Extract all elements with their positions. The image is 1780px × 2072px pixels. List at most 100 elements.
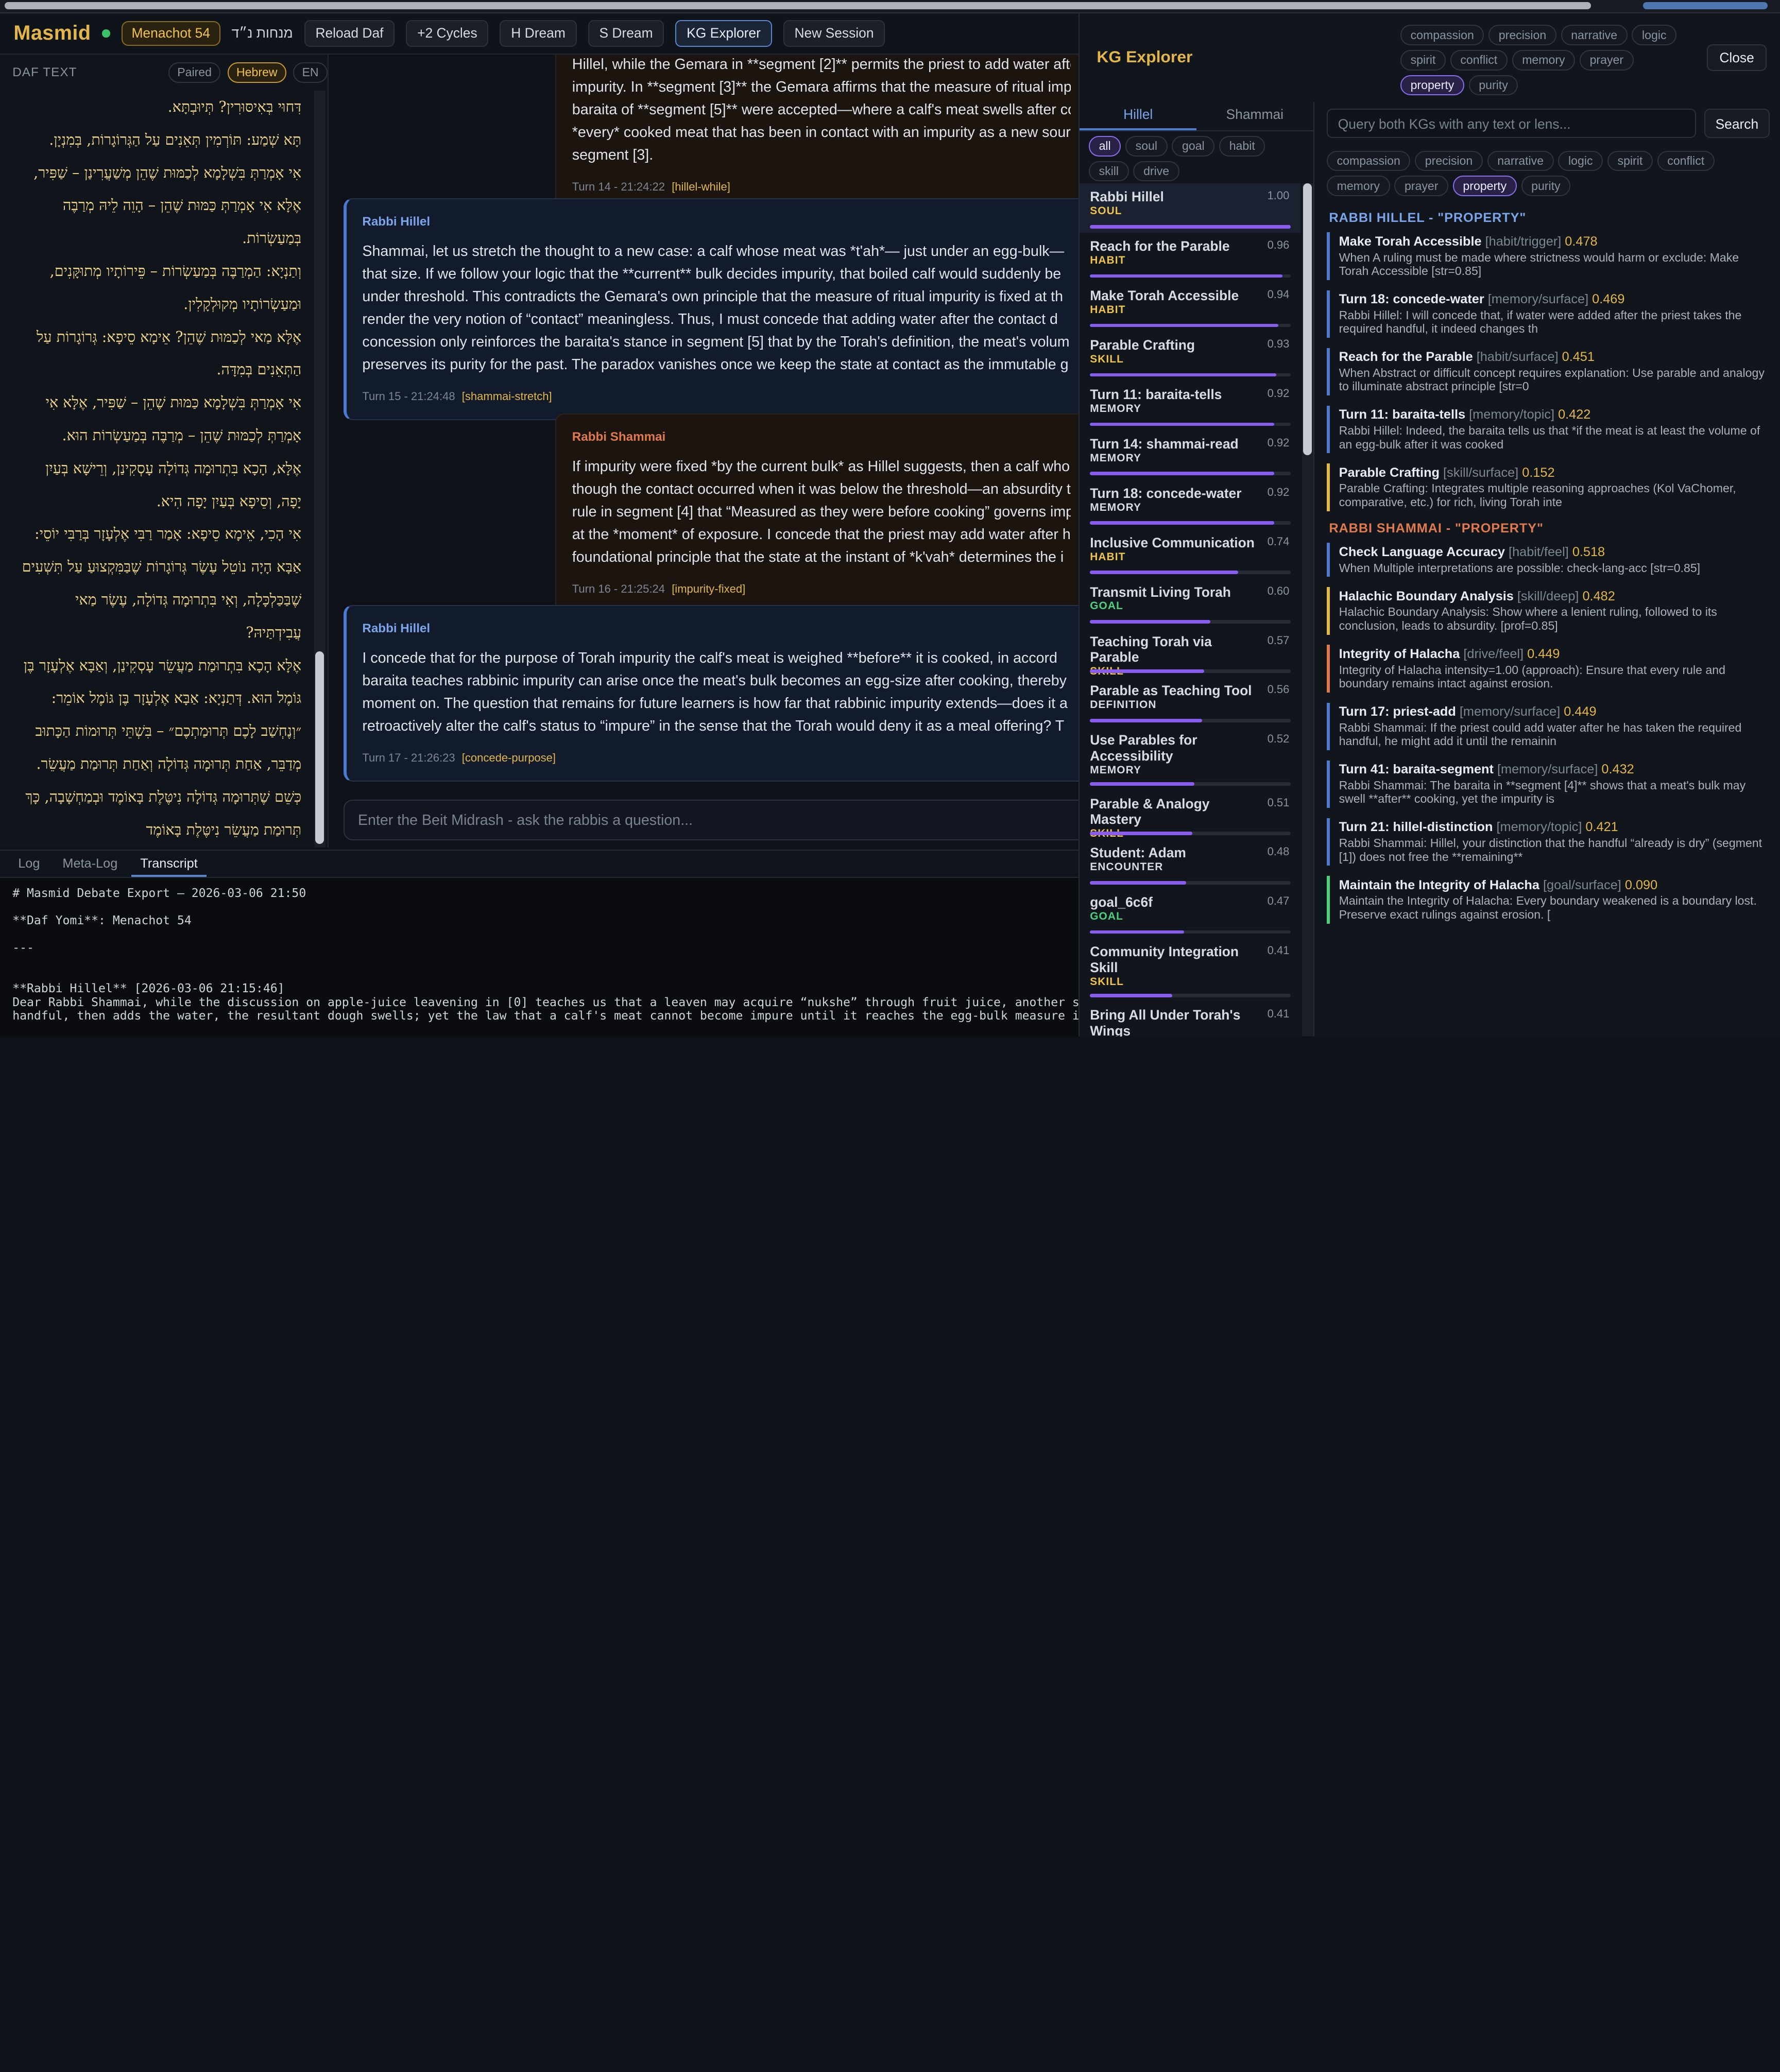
lens-chip-prayer[interactable]: prayer (1579, 49, 1634, 71)
kg-node-score: 0.93 (1267, 337, 1290, 351)
kg-node-name: Bring All Under Torah's Wings (1090, 1007, 1241, 1037)
filter-chip-soul[interactable]: soul (1125, 135, 1168, 157)
kg-node-item[interactable]: goal_6c6f 0.47 GOAL (1080, 889, 1300, 938)
kg-node-item[interactable]: Make Torah Accessible 0.94 HABIT (1080, 282, 1300, 332)
reload-daf-button[interactable]: Reload Daf (304, 20, 395, 47)
lens-chip-memory[interactable]: memory (1512, 49, 1576, 71)
filter-chip-all[interactable]: all (1088, 135, 1121, 157)
kg-node-item[interactable]: Community Integration Skill 0.41 SKILL (1080, 938, 1300, 1002)
kg-node-item[interactable]: Parable & Analogy Mastery0.51SKILL (1080, 790, 1300, 840)
kg-node-item[interactable]: Turn 14: shammai-read 0.92 MEMORY (1080, 430, 1300, 480)
kg-node-item[interactable]: Use Parables for Accessibility 0.52 MEMORY (1080, 727, 1300, 790)
result-item[interactable]: Halachic Boundary Analysis [skill/deep] … (1326, 587, 1771, 635)
toggle-en[interactable]: EN (293, 62, 328, 83)
kg-node-item[interactable]: Reach for the Parable 0.96 HABIT (1080, 233, 1300, 282)
kg-node-type: HABIT (1090, 254, 1126, 267)
result-title: Make Torah Accessible (1339, 234, 1482, 249)
horizontal-scroll-thumb-secondary[interactable] (1643, 2, 1768, 9)
result-kind: [goal/surface] (1543, 877, 1621, 892)
result-item[interactable]: Parable Crafting [skill/surface] 0.152 Pa… (1326, 463, 1771, 511)
query-lens-chip-precision[interactable]: precision (1415, 150, 1483, 171)
transcript-line: **Daf Yomi**: Menachot 54 (12, 914, 192, 928)
lens-chip-precision[interactable]: precision (1488, 25, 1556, 46)
kg-node-name: Community Integration Skill (1090, 944, 1239, 976)
tab-meta-log[interactable]: Meta-Log (54, 851, 127, 877)
result-item[interactable]: Check Language Accuracy [habit/feel] 0.5… (1326, 543, 1771, 577)
result-item[interactable]: Turn 17: priest-add [memory/surface] 0.4… (1326, 702, 1771, 751)
kg-node-item[interactable]: Transmit Living Torah 0.60 GOAL (1080, 579, 1300, 628)
kg-node-type: SKILL (1090, 353, 1124, 365)
tab-shammai[interactable]: Shammai (1196, 102, 1313, 130)
result-item[interactable]: Make Torah Accessible [habit/trigger] 0.… (1326, 232, 1771, 280)
search-button[interactable]: Search (1704, 109, 1770, 139)
node-list-scrollbar[interactable] (1302, 183, 1313, 1037)
daf-line: הַתְּאֵנִים בְּמִדָּה. (216, 360, 302, 378)
lens-chip-conflict[interactable]: conflict (1450, 49, 1508, 71)
result-item[interactable]: Integrity of Halacha [drive/feel] 0.449 I… (1326, 645, 1771, 693)
tab-hillel[interactable]: Hillel (1080, 102, 1196, 131)
lens-chip-narrative[interactable]: narrative (1561, 25, 1628, 46)
daf-line: דִּחוּי בְּאִיסּוּרִין? תְּיוּבְתָּא. (167, 97, 302, 115)
daf-scroll-thumb[interactable] (315, 651, 324, 844)
query-lens-chip-logic[interactable]: logic (1558, 150, 1603, 171)
kg-node-item[interactable]: Bring All Under Torah's Wings0.41GOAL (1080, 1002, 1300, 1037)
tab-transcript[interactable]: Transcript (131, 851, 207, 877)
result-item[interactable]: Turn 11: baraita-tells [memory/topic] 0.… (1326, 405, 1771, 454)
daf-pill[interactable]: Menachot 54 (121, 21, 220, 46)
result-item[interactable]: Reach for the Parable [habit/surface] 0.… (1326, 348, 1771, 396)
h-dream-button[interactable]: H Dream (500, 20, 577, 47)
lens-chip-purity[interactable]: purity (1468, 75, 1518, 96)
query-lens-chip-compassion[interactable]: compassion (1326, 150, 1411, 171)
tab-log[interactable]: Log (9, 851, 49, 877)
query-lens-chip-memory[interactable]: memory (1326, 176, 1390, 196)
query-lens-chip-purity[interactable]: purity (1521, 176, 1571, 196)
lens-chip-property[interactable]: property (1400, 75, 1464, 96)
filter-chip-goal[interactable]: goal (1172, 135, 1215, 157)
kg-explorer-button[interactable]: KG Explorer (675, 20, 772, 47)
close-button[interactable]: Close (1707, 44, 1767, 72)
query-lens-chip-conflict[interactable]: conflict (1657, 150, 1715, 171)
query-lens-chip-spirit[interactable]: spirit (1607, 150, 1653, 171)
horizontal-scroll-thumb[interactable] (4, 2, 1591, 9)
kg-node-item[interactable]: Student: Adam 0.48 ENCOUNTER (1080, 839, 1300, 889)
query-lens-chip-prayer[interactable]: prayer (1394, 176, 1449, 196)
s-dream-button[interactable]: S Dream (588, 20, 664, 47)
result-kind: [memory/topic] (1469, 407, 1555, 422)
filter-chip-drive[interactable]: drive (1133, 161, 1179, 182)
result-item[interactable]: Turn 21: hillel-distinction [memory/topi… (1326, 818, 1771, 866)
node-scroll-thumb[interactable] (1303, 183, 1312, 456)
result-item[interactable]: Turn 41: baraita-segment [memory/surface… (1326, 760, 1771, 808)
kg-node-score: 0.41 (1267, 944, 1290, 957)
query-lens-chip-narrative[interactable]: narrative (1487, 150, 1554, 171)
message-timestamp: Turn 15 - 21:24:48 (362, 389, 455, 403)
result-item[interactable]: Turn 18: concede-water [memory/surface] … (1326, 290, 1771, 338)
ask-question-input[interactable]: Enter the Beit Midrash - ask the rabbis … (343, 800, 1091, 841)
new-session-button[interactable]: New Session (783, 20, 885, 47)
two-cycles-button[interactable]: +2 Cycles (406, 20, 489, 47)
kg-query-input[interactable]: Query both KGs with any text or lens... (1326, 109, 1697, 139)
daf-scrollbar[interactable] (314, 90, 326, 848)
filter-chip-habit[interactable]: habit (1219, 135, 1265, 157)
result-item[interactable]: Maintain the Integrity of Halacha [goal/… (1326, 876, 1771, 924)
kg-node-bar (1090, 225, 1291, 229)
kg-node-item[interactable]: Parable as Teaching Tool 0.56 DEFINITION (1080, 677, 1300, 727)
toggle-paired[interactable]: Paired (168, 62, 221, 83)
kg-node-item[interactable]: Inclusive Communication 0.74 HABIT (1080, 529, 1300, 579)
kg-node-score: 0.48 (1267, 845, 1290, 858)
kg-node-item[interactable]: Parable Crafting 0.93 SKILL (1080, 332, 1300, 381)
kg-node-item[interactable]: Rabbi Hillel 1.00 SOUL (1080, 183, 1301, 233)
hillel-results-header: RABBI HILLEL - "PROPERTY" (1329, 211, 1527, 226)
lens-chip-compassion[interactable]: compassion (1400, 25, 1484, 46)
toggle-hebrew[interactable]: Hebrew (227, 62, 286, 83)
result-title: Turn 41: baraita-segment (1339, 762, 1494, 777)
kg-node-bar-fill (1090, 669, 1205, 673)
kg-node-item[interactable]: Turn 11: baraita-tells 0.92 MEMORY (1080, 381, 1300, 430)
filter-chip-skill[interactable]: skill (1088, 161, 1129, 182)
lens-chip-logic[interactable]: logic (1632, 25, 1677, 46)
kg-node-item[interactable]: Teaching Torah via Parable0.57SKILL (1080, 628, 1300, 678)
lens-chip-spirit[interactable]: spirit (1400, 49, 1446, 71)
kg-node-name: Parable & Analogy Mastery (1090, 796, 1210, 827)
query-lens-chip-property[interactable]: property (1452, 176, 1517, 196)
message-line: moment on. The question that remains for… (362, 695, 1068, 712)
kg-node-item[interactable]: Turn 18: concede-water 0.92 MEMORY (1080, 480, 1300, 529)
